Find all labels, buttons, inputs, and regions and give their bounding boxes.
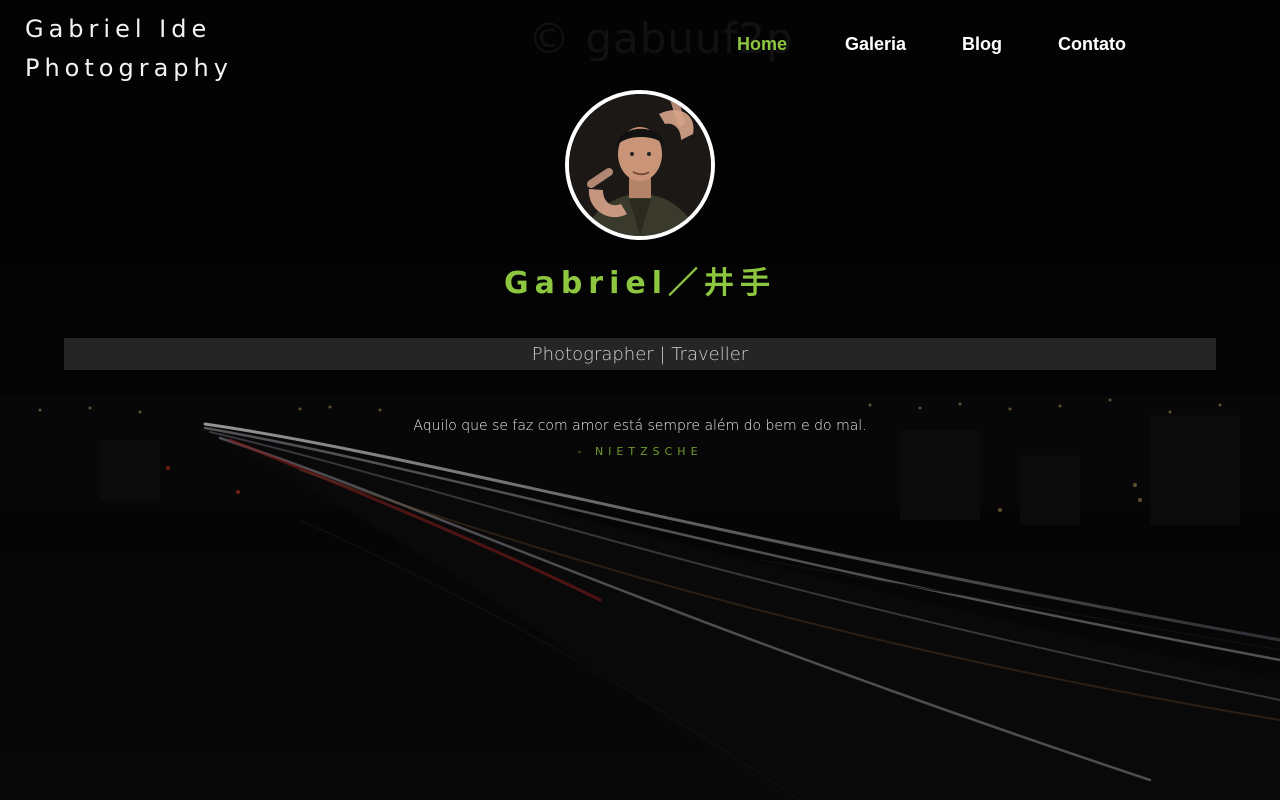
nav-blog-link[interactable]: Blog: [962, 34, 1002, 55]
quote-author: - NIETZSCHE: [577, 445, 703, 458]
brand-name-line: Gabriel Ide: [25, 15, 212, 43]
profile-avatar: [565, 90, 715, 240]
site-brand[interactable]: Gabriel Ide Photography: [25, 10, 233, 88]
tagline-banner: Photographer | Traveller: [64, 338, 1216, 370]
brand-subtitle-line: Photography: [25, 54, 233, 82]
quote-text: Aquilo que se faz com amor está sempre a…: [413, 418, 867, 434]
tagline-text: Photographer | Traveller: [531, 343, 749, 365]
nav-home-link[interactable]: Home: [737, 34, 787, 55]
profile-name-heading: Gabriel／井手: [503, 266, 777, 301]
nav-galeria-link[interactable]: Galeria: [845, 34, 906, 55]
nav-contato-link[interactable]: Contato: [1058, 34, 1126, 55]
